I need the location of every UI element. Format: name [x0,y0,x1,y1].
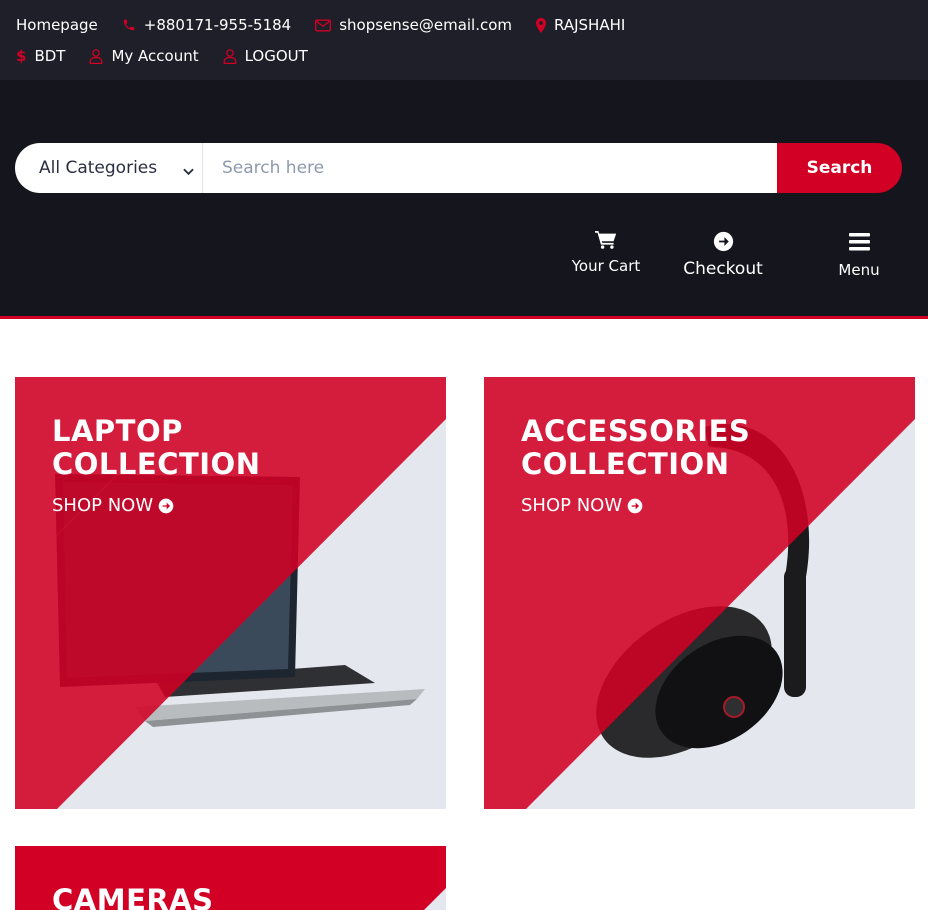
laptop-collection-title: LAPTOP COLLECTION [52,415,260,481]
arrow-circle-right-icon [713,231,734,257]
bars-icon [848,233,870,255]
top-bar: Homepage +880171-955-5184 shopsense@emai… [0,0,928,80]
phone-icon [122,18,136,32]
shop-now-label: SHOP NOW [52,495,154,516]
cameras-collection-title: CAMERAS [52,884,214,910]
chevron-down-icon [183,161,194,181]
my-account-link[interactable]: My Account [89,47,199,65]
arrow-circle-right-icon [158,498,174,513]
phone-number: +880171-955-5184 [143,16,292,34]
laptop-collection-card[interactable]: LAPTOP COLLECTION SHOP NOW [15,377,446,809]
cameras-collection-card[interactable]: CAMERAS [15,846,446,910]
accessories-shop-now-link[interactable]: SHOP NOW [521,495,643,516]
phone-link[interactable]: +880171-955-5184 [122,16,291,34]
cameras-title-line1: CAMERAS [52,883,214,910]
search-button-label: Search [806,158,873,178]
top-bar-row-account: $ BDT My Account LOGOUT [16,45,332,67]
logout-link[interactable]: LOGOUT [223,47,308,65]
search-placeholder: Search here [222,158,325,178]
cart-button[interactable]: Your Cart [564,230,648,275]
homepage-label: Homepage [16,16,98,34]
dollar-icon: $ [16,47,27,65]
user-icon [223,48,237,64]
shop-now-label: SHOP NOW [521,495,623,516]
search-button[interactable]: Search [777,143,902,193]
my-account-label: My Account [111,47,199,65]
menu-label: Menu [838,261,880,279]
checkout-button[interactable]: Checkout [676,231,770,279]
menu-button[interactable]: Menu [830,233,888,279]
accessories-title-line1: ACCESSORIES [521,414,751,448]
top-bar-row-contact: Homepage +880171-955-5184 shopsense@emai… [16,14,649,36]
envelope-icon [315,19,332,32]
map-marker-icon [536,17,547,33]
laptop-title-line2: COLLECTION [52,447,261,481]
accessories-title-line2: COLLECTION [521,447,730,481]
shopping-cart-icon [595,230,617,253]
location-link[interactable]: RAJSHAHI [536,16,625,34]
email-link[interactable]: shopsense@email.com [315,16,512,34]
main-header [0,80,928,316]
search-input[interactable]: Search here [203,143,777,193]
user-icon [89,48,103,64]
accessories-collection-card[interactable]: ACCESSORIES COLLECTION SHOP NOW [484,377,915,809]
location-label: RAJSHAHI [554,16,626,34]
homepage-link[interactable]: Homepage [16,16,98,34]
currency-link[interactable]: $ BDT [16,47,65,65]
logout-label: LOGOUT [244,47,308,65]
cart-label: Your Cart [571,257,641,275]
header-accent-line [0,316,928,319]
laptop-shop-now-link[interactable]: SHOP NOW [52,495,174,516]
category-selected: All Categories [39,158,158,178]
category-select[interactable]: All Categories [15,143,203,193]
accessories-collection-title: ACCESSORIES COLLECTION [521,415,750,481]
search-bar: All Categories Search here Search [15,143,902,193]
currency-label: BDT [34,47,66,65]
laptop-title-line1: LAPTOP [52,414,183,448]
email-address: shopsense@email.com [339,16,513,34]
arrow-circle-right-icon [627,498,643,513]
checkout-label: Checkout [683,259,763,279]
